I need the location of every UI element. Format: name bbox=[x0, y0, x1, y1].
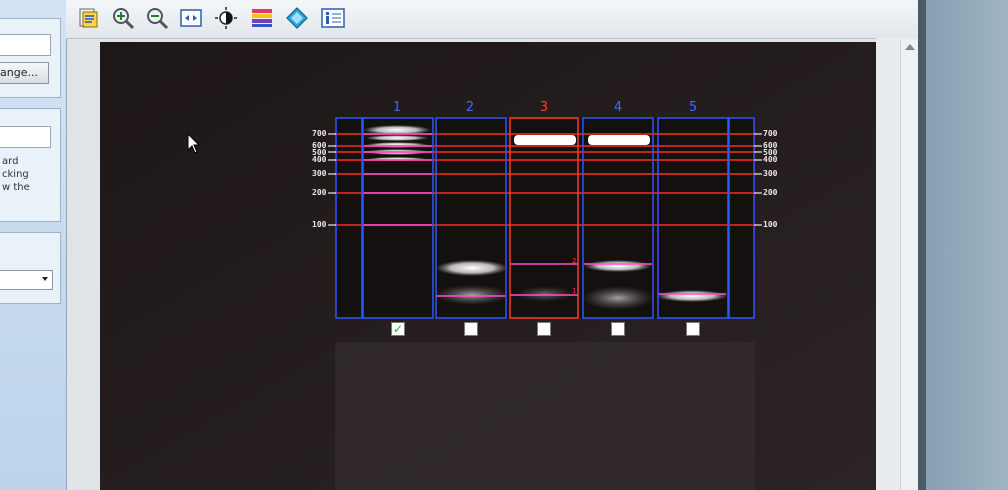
scroll-up-arrow-icon[interactable] bbox=[905, 44, 915, 50]
lane-2-band-upper bbox=[436, 260, 508, 276]
fit-to-window-button[interactable] bbox=[179, 6, 203, 30]
lane-3-band-top bbox=[514, 135, 576, 145]
lane-2-band-lower bbox=[434, 285, 510, 305]
ladder-right-400: 400 bbox=[763, 155, 778, 164]
ladder-left-400: 400 bbox=[312, 155, 327, 164]
panel-group-3 bbox=[0, 232, 61, 304]
info-icon bbox=[321, 8, 345, 28]
ladder-left-200: 200 bbox=[312, 188, 327, 197]
color-palette-icon bbox=[252, 9, 272, 27]
ladder-left-100: 100 bbox=[312, 220, 327, 229]
ladder-right-200: 200 bbox=[763, 188, 778, 197]
lane-4-band-top bbox=[588, 135, 650, 145]
vertical-scrollbar[interactable] bbox=[900, 40, 919, 490]
contrast-button[interactable] bbox=[214, 6, 238, 30]
lane-1-checkbox[interactable]: ✓ bbox=[391, 322, 405, 336]
toolbar bbox=[66, 0, 918, 39]
report-button[interactable] bbox=[77, 6, 101, 30]
gel-image-viewer[interactable]: 1 2 3 4 5 700 600 500 400 300 200 100 70… bbox=[100, 42, 876, 490]
lane-3-band-lower bbox=[515, 286, 575, 302]
band-label-1: 1 bbox=[572, 287, 577, 295]
paint-bucket-icon bbox=[286, 7, 308, 29]
lane-2-number: 2 bbox=[465, 100, 475, 115]
color-palette-button[interactable] bbox=[250, 6, 274, 30]
lane-4-band-upper bbox=[584, 260, 652, 272]
ladder-right-700: 700 bbox=[763, 129, 778, 138]
ladder-right-300: 300 bbox=[763, 169, 778, 178]
desktop-background bbox=[926, 0, 1008, 490]
lane-2-checkbox[interactable] bbox=[464, 322, 478, 336]
lane-3-checkbox[interactable] bbox=[537, 322, 551, 336]
lane-3-number: 3 bbox=[539, 100, 549, 115]
change-button[interactable]: ange... bbox=[0, 62, 49, 84]
chevron-down-icon bbox=[42, 277, 48, 281]
settings-input-1[interactable] bbox=[0, 34, 51, 56]
zoom-out-button[interactable] bbox=[145, 6, 169, 30]
paint-bucket-button[interactable] bbox=[285, 6, 309, 30]
contrast-icon bbox=[215, 7, 237, 29]
ladder-left-700: 700 bbox=[312, 129, 327, 138]
side-text-line-1: ard bbox=[2, 156, 19, 167]
mouse-cursor-icon bbox=[187, 133, 201, 154]
band-label-2: 2 bbox=[572, 257, 577, 265]
zoom-out-icon bbox=[147, 8, 169, 30]
gel-image bbox=[100, 42, 876, 490]
lane-4-band-lower bbox=[582, 286, 654, 310]
lane-4-number: 4 bbox=[613, 100, 623, 115]
zoom-in-button[interactable] bbox=[111, 6, 135, 30]
gel-analyzer-window: ange... ard cking w the 1 2 3 4 5 700 60… bbox=[0, 0, 1008, 490]
window-edge bbox=[918, 0, 926, 490]
lane-1-number: 1 bbox=[392, 100, 402, 115]
info-button[interactable] bbox=[321, 6, 345, 30]
lane-5-band bbox=[656, 290, 728, 302]
panel-group-1 bbox=[0, 18, 61, 98]
side-text-line-3: w the bbox=[2, 182, 30, 193]
ladder-left-300: 300 bbox=[312, 169, 327, 178]
lane-5-number: 5 bbox=[688, 100, 698, 115]
ladder-right-100: 100 bbox=[763, 220, 778, 229]
lane-5-checkbox[interactable] bbox=[686, 322, 700, 336]
settings-dropdown[interactable] bbox=[0, 270, 53, 290]
zoom-in-icon bbox=[113, 8, 135, 30]
lane-4-checkbox[interactable] bbox=[611, 322, 625, 336]
fit-to-window-icon bbox=[180, 9, 202, 27]
report-icon bbox=[79, 8, 98, 28]
left-settings-panel: ange... ard cking w the bbox=[0, 0, 67, 490]
settings-input-2[interactable] bbox=[0, 126, 51, 148]
side-text-line-2: cking bbox=[2, 169, 29, 180]
